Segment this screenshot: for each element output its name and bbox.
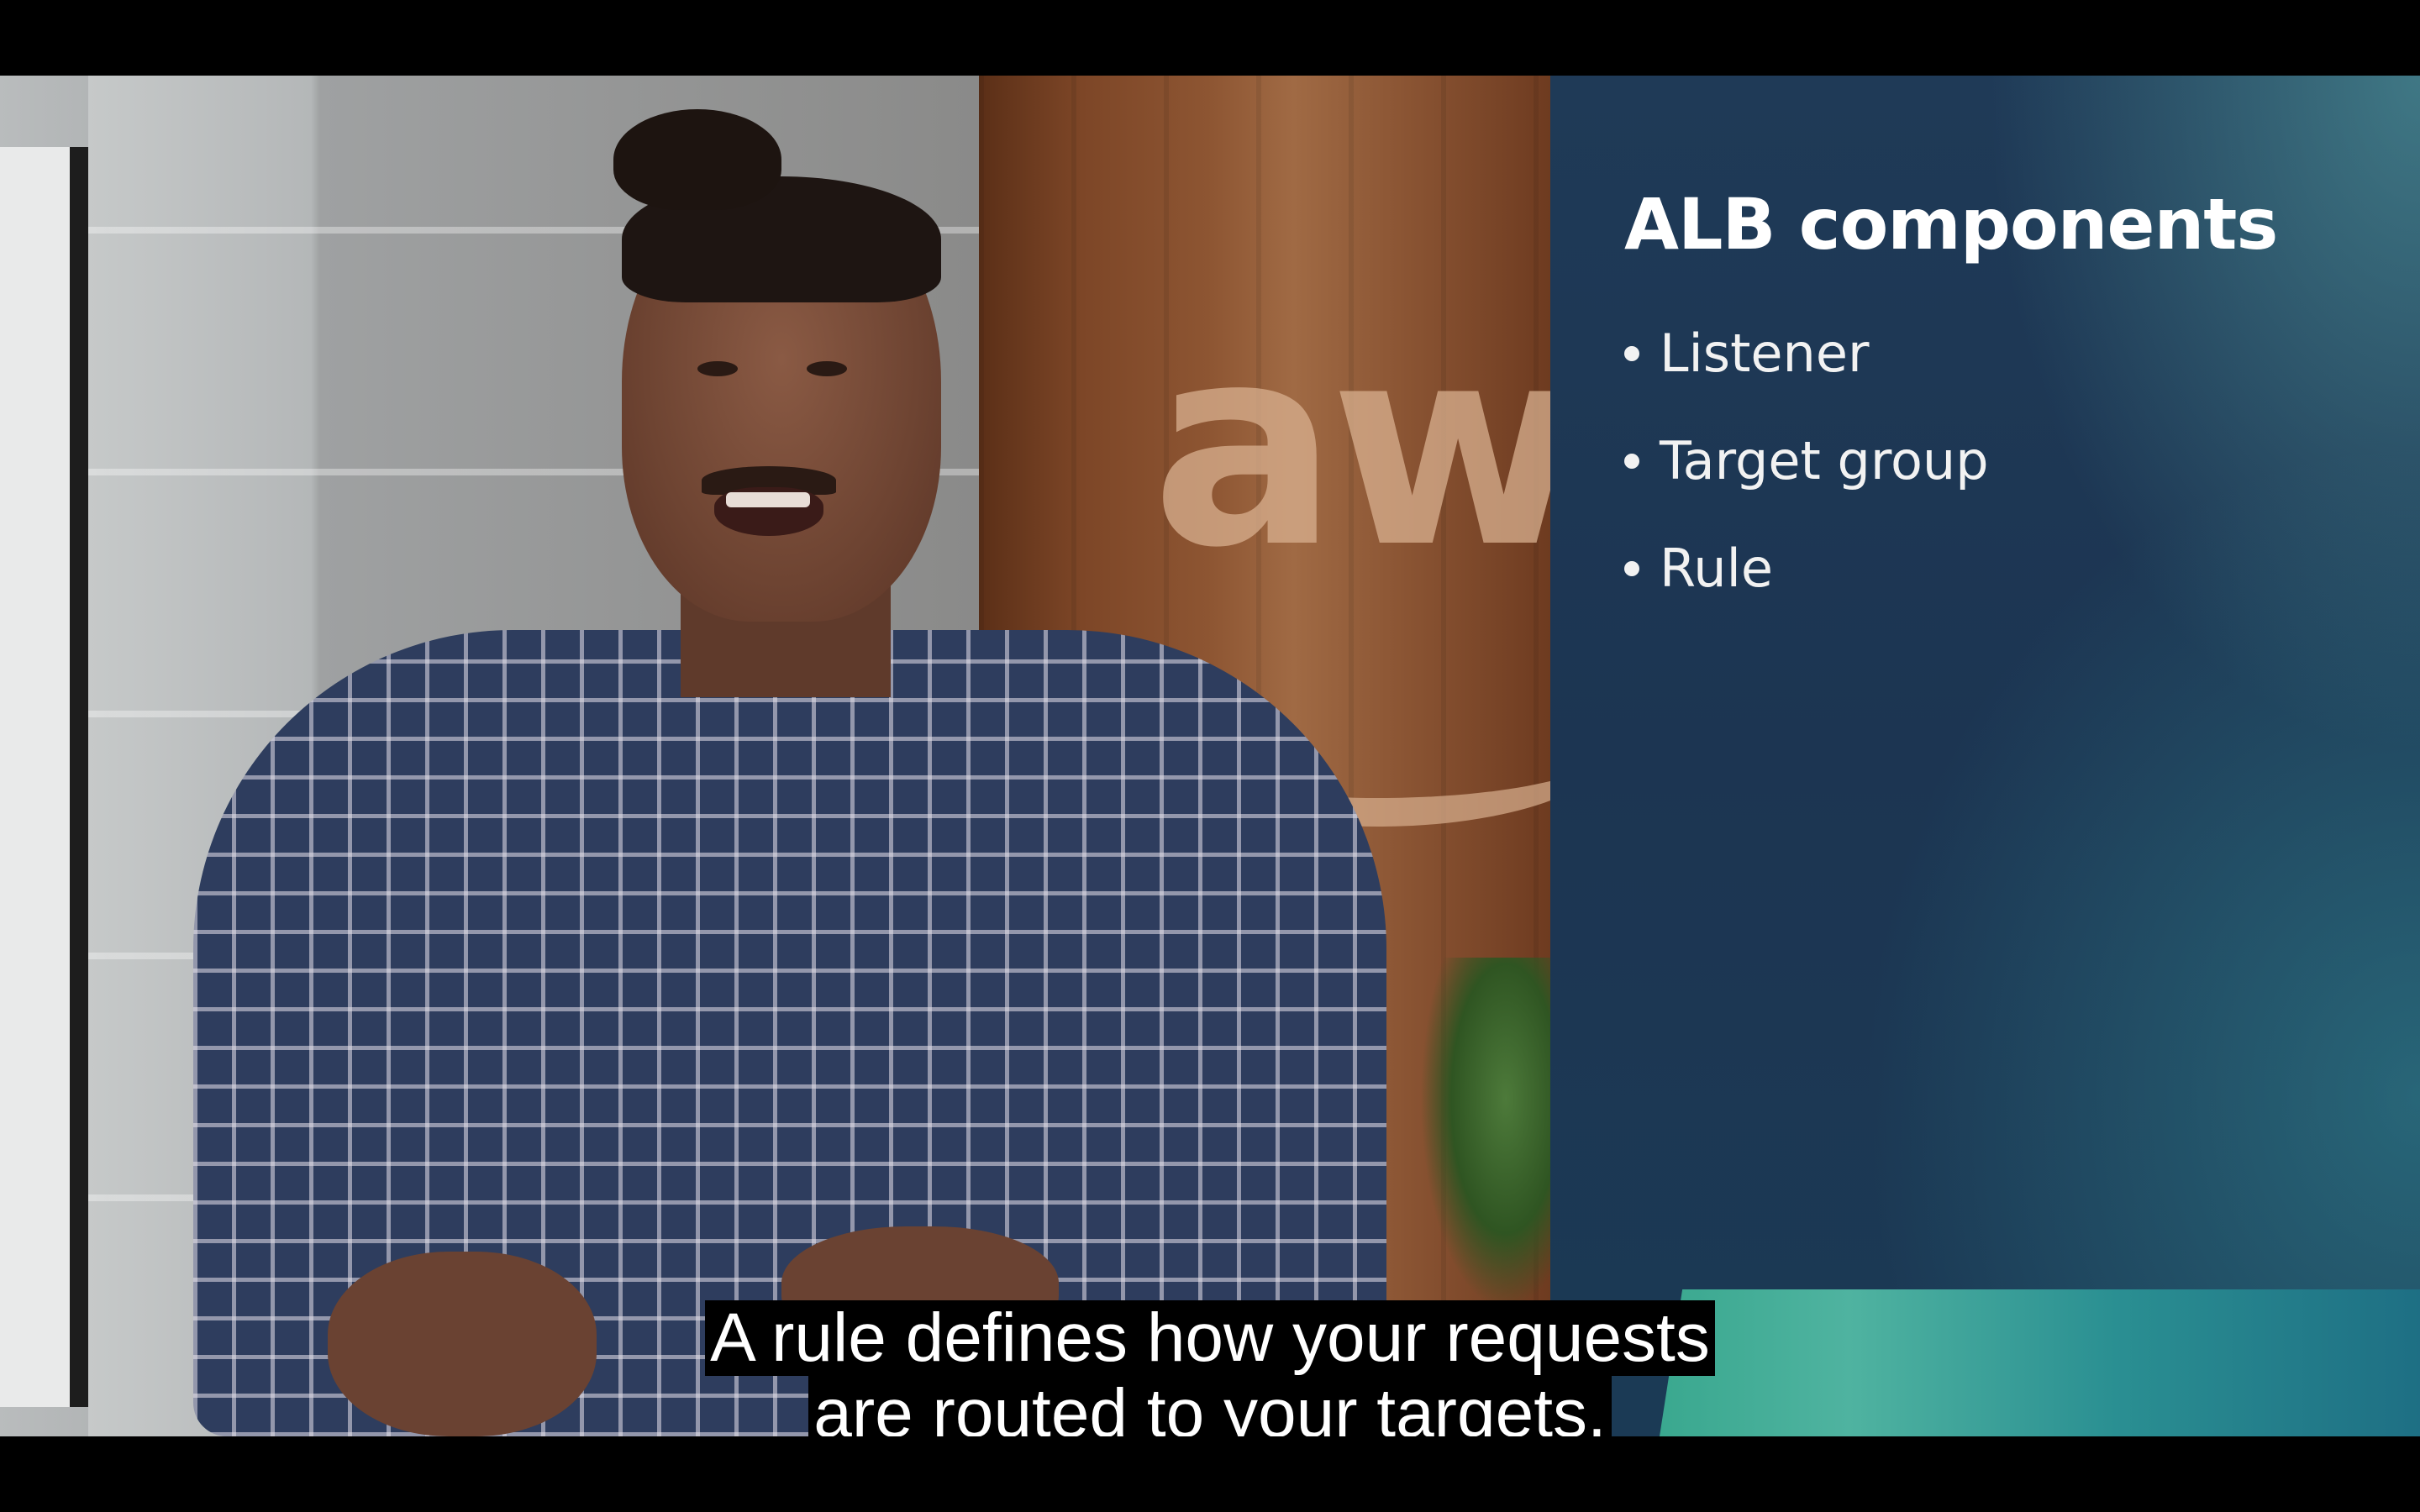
bullet-item: Listener — [1624, 328, 1989, 435]
bullet-item: Target group — [1624, 435, 1989, 543]
letterbox-bottom — [0, 1436, 2420, 1512]
video-frame[interactable]: aw ALB components Listener Target group … — [0, 76, 2420, 1436]
caption-line-1: A rule defines how your requests — [705, 1300, 1715, 1376]
slide-title: ALB components — [1624, 183, 2278, 265]
letterbox-top — [0, 0, 2420, 76]
presenter-hair-bun — [613, 109, 781, 210]
presenter-mouth — [714, 487, 823, 536]
bullet-text: Rule — [1660, 538, 1773, 599]
bullet-dot-icon — [1624, 454, 1639, 469]
slide-panel: ALB components Listener Target group Rul… — [1550, 76, 2420, 1436]
presenter-eye-left — [697, 361, 738, 376]
bullet-text: Target group — [1660, 430, 1989, 491]
bullet-dot-icon — [1624, 561, 1639, 576]
bullet-dot-icon — [1624, 346, 1639, 361]
slide-bullet-list: Listener Target group Rule — [1624, 328, 1989, 650]
presenter-eye-right — [807, 361, 847, 376]
bullet-text: Listener — [1660, 323, 1870, 384]
subtitle-captions: A rule defines how your requests are rou… — [0, 1300, 2420, 1452]
whiteboard — [0, 147, 88, 1407]
bullet-item: Rule — [1624, 543, 1989, 650]
plant — [1420, 958, 1563, 1310]
presenter — [143, 109, 1420, 1436]
